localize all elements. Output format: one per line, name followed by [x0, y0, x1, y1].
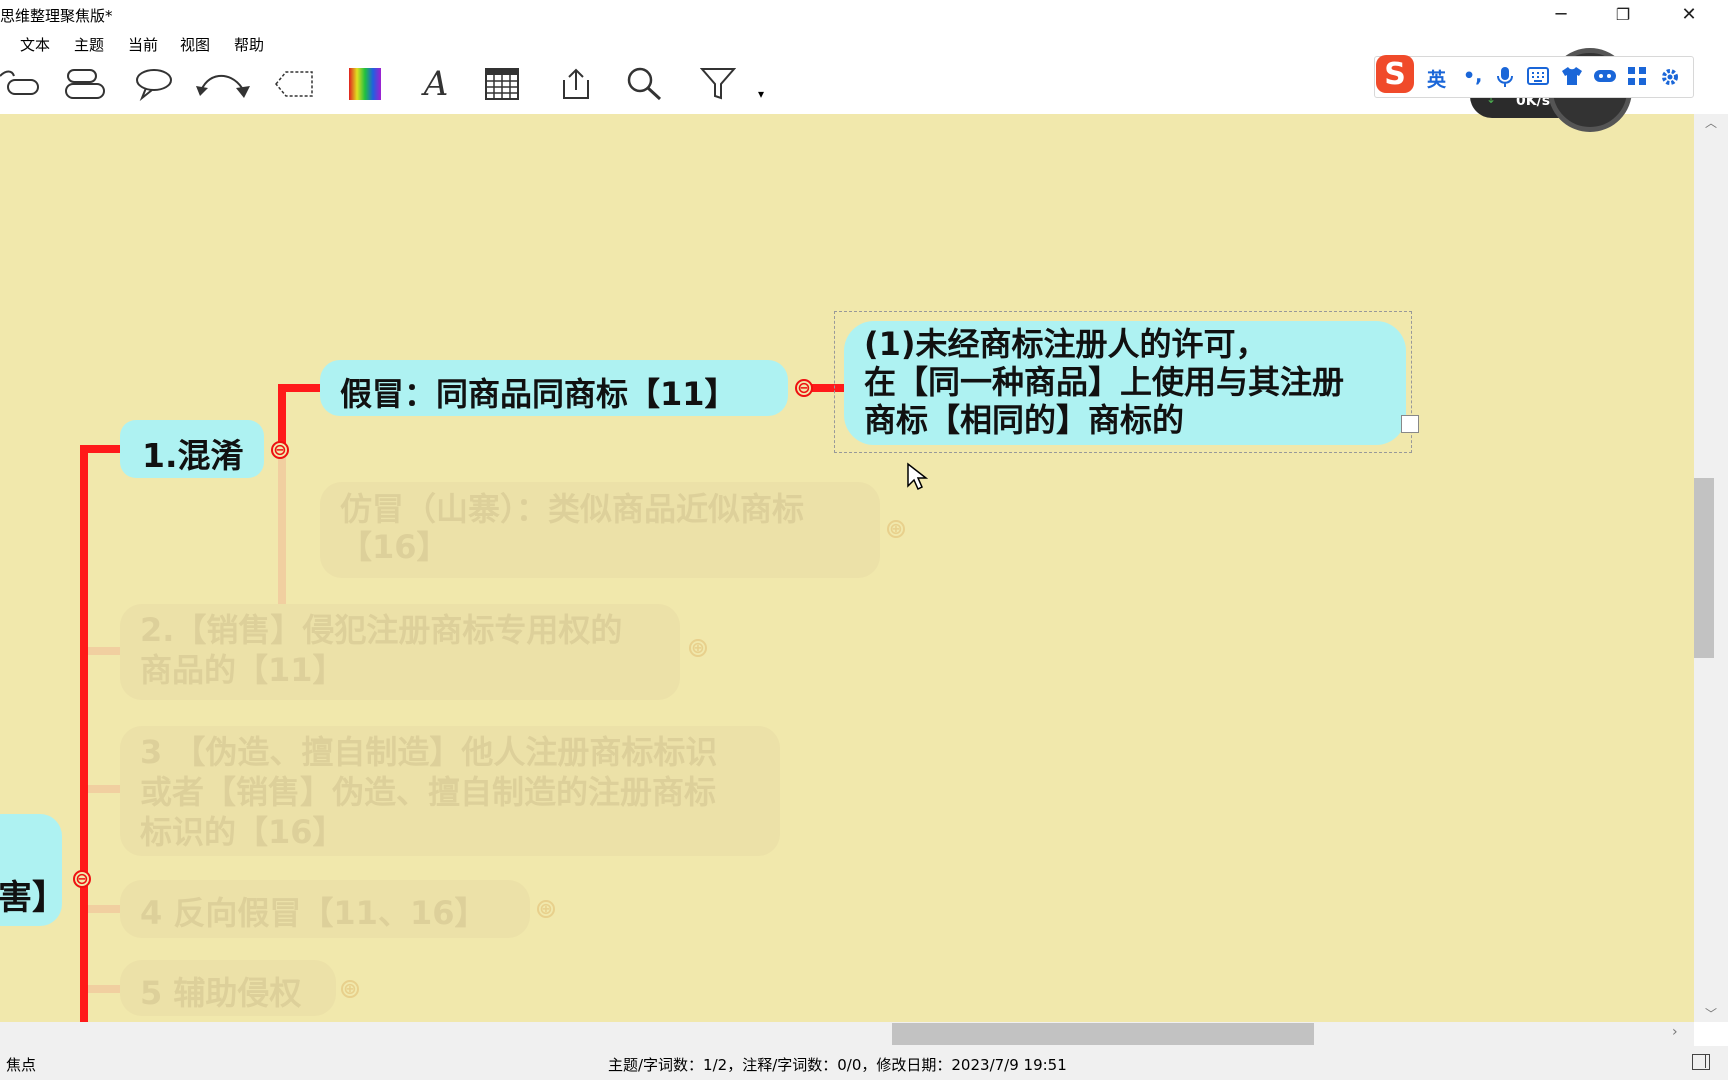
boundary-icon[interactable]	[274, 62, 316, 106]
sogou-logo-icon[interactable]: S	[1374, 53, 1416, 95]
node-line: 2.【销售】侵犯注册商标专用权的	[140, 611, 623, 649]
ime-language-toggle[interactable]: 英	[1427, 65, 1446, 92]
collapse-toggle-icon[interactable]: ⊖	[795, 379, 813, 397]
subtopic-node-label: 假冒：同商品同商标【11】	[340, 375, 737, 413]
root-node-label: 害】	[0, 878, 66, 918]
panel-toggle-icon[interactable]	[1692, 1054, 1710, 1070]
status-info-text: 主题/字词数：1/2，注释/字词数：0/0，修改日期：2023/7/9 19:5…	[608, 1056, 1067, 1074]
settings-icon[interactable]	[1659, 66, 1681, 88]
close-button[interactable]: ✕	[1660, 0, 1718, 30]
topic-node-5[interactable]: 5 辅助侵权	[120, 960, 336, 1016]
title-bar: 思维整理聚焦版* ─ ❐ ✕	[0, 0, 1728, 30]
node-line: 商品的【11】	[140, 651, 345, 689]
collapse-toggle-icon[interactable]: ⊖	[73, 870, 91, 888]
text-style-icon[interactable]: A	[420, 62, 452, 106]
game-icon[interactable]	[1593, 67, 1617, 85]
keyboard-icon[interactable]	[1527, 67, 1549, 85]
detail-node-text: (1)未经商标注册人的许可， 在【同一种商品】上使用与其注册 商标【相同的】商标…	[864, 325, 1344, 439]
status-bar: 焦点 主题/字词数：1/2，注释/字词数：0/0，修改日期：2023/7/9 1…	[0, 1046, 1728, 1080]
export-icon[interactable]	[558, 62, 594, 106]
branch-line	[80, 445, 120, 453]
skin-icon[interactable]	[1561, 66, 1583, 86]
mindmap-shape-icon[interactable]	[0, 62, 44, 106]
topic-node-label: 1.混淆	[142, 436, 244, 475]
detail-line: 在【同一种商品】上使用与其注册	[864, 363, 1345, 401]
node-line: 标识的【16】	[140, 813, 345, 851]
mindmap-canvas[interactable]: 害】 1.混淆 假冒：同商品同商标【11】 (1)未经商标注册人的许可， 在【同…	[0, 114, 1694, 1022]
branch-line	[80, 445, 88, 1022]
search-icon[interactable]	[624, 62, 664, 106]
detail-node-1a[interactable]: (1)未经商标注册人的许可， 在【同一种商品】上使用与其注册 商标【相同的】商标…	[844, 321, 1406, 445]
status-focus-label: 焦点	[6, 1056, 37, 1074]
scroll-up-icon[interactable]: ︿	[1694, 114, 1728, 131]
topic-node-text: 2.【销售】侵犯注册商标专用权的 商品的【11】	[140, 610, 622, 690]
expand-toggle-icon[interactable]: ⊕	[537, 900, 555, 918]
relationship-arrow-icon[interactable]	[194, 62, 254, 106]
collapse-toggle-icon[interactable]: ⊖	[271, 441, 289, 459]
topic-node-text: 3 【伪造、擅自制造】他人注册商标标识 或者【销售】伪造、擅自制造的注册商标 标…	[140, 732, 717, 852]
expand-toggle-icon[interactable]: ⊕	[887, 520, 905, 538]
node-line: 仿冒（山寨）：类似商品近似商标	[340, 490, 805, 528]
node-line: 或者【销售】伪造、擅自制造的注册商标	[140, 773, 717, 811]
apps-grid-icon[interactable]	[1627, 66, 1647, 86]
node-line: 【16】	[340, 528, 449, 566]
detail-line: (1)未经商标注册人的许可，	[864, 325, 1268, 363]
expand-toggle-icon[interactable]: ⊕	[341, 980, 359, 998]
vertical-scroll-thumb[interactable]	[1694, 478, 1714, 658]
menu-view[interactable]: 视图	[180, 34, 210, 55]
resize-handle[interactable]	[1401, 415, 1419, 433]
microphone-icon[interactable]	[1497, 66, 1513, 88]
topic-node-label: 4 反向假冒【11、16】	[140, 894, 487, 932]
window-title: 思维整理聚焦版*	[0, 7, 113, 25]
node-line: 3 【伪造、擅自制造】他人注册商标标识	[140, 733, 718, 771]
topic-node-1[interactable]: 1.混淆	[120, 420, 264, 478]
minimize-button[interactable]: ─	[1532, 0, 1590, 30]
topic-node-4[interactable]: 4 反向假冒【11、16】	[120, 880, 530, 938]
root-node[interactable]: 害】	[0, 814, 66, 926]
subtopic-node-text: 仿冒（山寨）：类似商品近似商标 【16】	[340, 490, 804, 566]
horizontal-scrollbar[interactable]: ›	[0, 1022, 1694, 1046]
scroll-right-icon[interactable]: ›	[1672, 1024, 1678, 1040]
filter-icon[interactable]	[698, 62, 738, 106]
restore-button[interactable]: ❐	[1594, 0, 1652, 30]
callout-icon[interactable]	[132, 62, 176, 106]
ime-toolbar: S 英 •,	[1374, 53, 1694, 98]
topic-node-3[interactable]: 3 【伪造、擅自制造】他人注册商标标识 或者【销售】伪造、擅自制造的注册商标 标…	[120, 726, 780, 856]
topic-node-label: 5 辅助侵权	[140, 974, 302, 1012]
svg-text:S: S	[1384, 57, 1406, 92]
scroll-down-icon[interactable]: ﹀	[1694, 1005, 1728, 1022]
topic-node-2[interactable]: 2.【销售】侵犯注册商标专用权的 商品的【11】	[120, 604, 680, 700]
branch-line	[278, 384, 320, 392]
subtopic-node-1b[interactable]: 仿冒（山寨）：类似商品近似商标 【16】	[320, 482, 880, 578]
table-grid-icon[interactable]	[482, 62, 522, 106]
detail-line: 商标【相同的】商标的	[864, 401, 1185, 439]
toolbar-more-icon[interactable]: ▾	[754, 84, 768, 104]
menu-current[interactable]: 当前	[128, 34, 158, 55]
horizontal-scroll-thumb[interactable]	[892, 1023, 1314, 1045]
ime-punctuation-toggle[interactable]: •,	[1463, 65, 1482, 87]
menu-topic[interactable]: 主题	[74, 34, 104, 55]
expand-toggle-icon[interactable]: ⊕	[689, 639, 707, 657]
stacked-topic-icon[interactable]	[62, 62, 106, 106]
menu-help[interactable]: 帮助	[234, 34, 264, 55]
mouse-cursor-icon	[907, 462, 928, 491]
menu-text[interactable]: 文本	[20, 34, 50, 55]
subtopic-node-1a[interactable]: 假冒：同商品同商标【11】	[320, 360, 788, 416]
color-palette-icon[interactable]	[346, 62, 384, 106]
